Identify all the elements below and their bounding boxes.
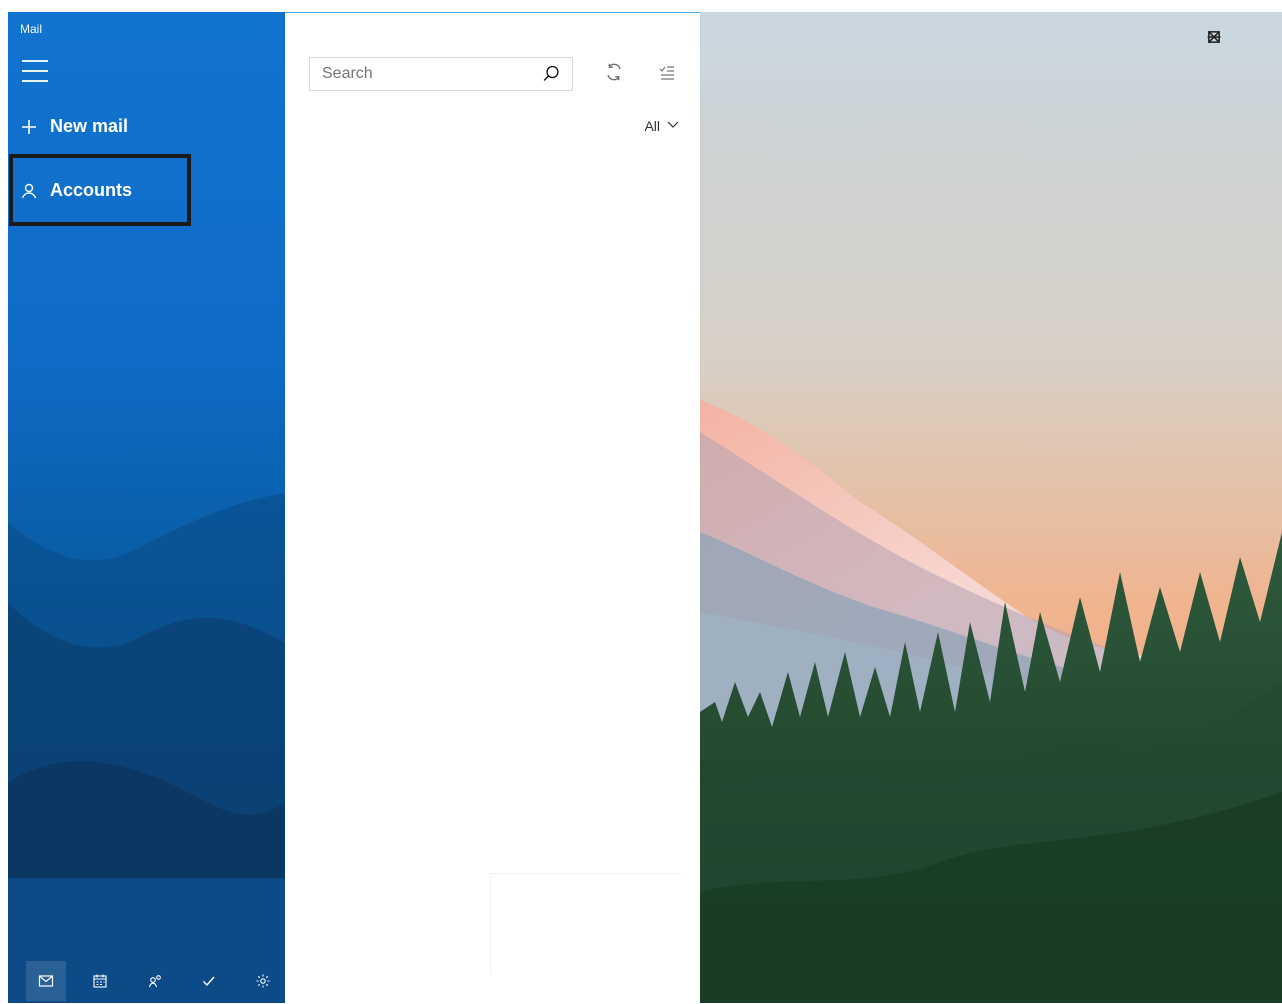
chevron-down-icon bbox=[666, 117, 680, 134]
settings-icon[interactable] bbox=[243, 961, 283, 1001]
window-controls bbox=[1156, 28, 1272, 46]
app-switcher-bar bbox=[16, 959, 285, 1003]
empty-list-placeholder bbox=[490, 873, 681, 974]
sync-icon bbox=[603, 61, 625, 87]
mail-app-window: Mail New mail Accounts Search All bbox=[0, 0, 1282, 1004]
select-mode-icon bbox=[655, 61, 677, 87]
search-input[interactable] bbox=[320, 64, 540, 84]
left-navigation-pane: Mail New mail Accounts bbox=[8, 12, 285, 1003]
selection-mode-button[interactable] bbox=[653, 61, 679, 87]
search-box[interactable] bbox=[309, 57, 573, 91]
mail-icon[interactable] bbox=[26, 961, 66, 1001]
filter-label: All bbox=[644, 117, 660, 134]
hamburger-icon[interactable] bbox=[22, 60, 48, 82]
accounts-button[interactable]: Accounts bbox=[20, 180, 132, 201]
message-list-pane: All bbox=[285, 12, 700, 1004]
new-mail-button[interactable]: New mail bbox=[20, 116, 128, 137]
nav-background-mountains bbox=[8, 493, 285, 1003]
close-icon[interactable] bbox=[1208, 28, 1272, 46]
filter-dropdown[interactable]: All bbox=[644, 117, 680, 134]
mountain-forest-illustration bbox=[700, 12, 1282, 1003]
app-title: Mail bbox=[20, 22, 43, 36]
new-mail-label: New mail bbox=[50, 116, 129, 136]
reading-pane-background-image bbox=[700, 12, 1282, 1003]
accounts-label: Accounts bbox=[50, 180, 133, 200]
sync-button[interactable] bbox=[601, 61, 627, 87]
plus-icon bbox=[20, 118, 38, 136]
person-icon bbox=[20, 182, 38, 200]
search-icon[interactable] bbox=[540, 63, 562, 85]
calendar-icon[interactable] bbox=[80, 961, 120, 1001]
todo-icon[interactable] bbox=[189, 961, 229, 1001]
people-icon[interactable] bbox=[135, 961, 175, 1001]
